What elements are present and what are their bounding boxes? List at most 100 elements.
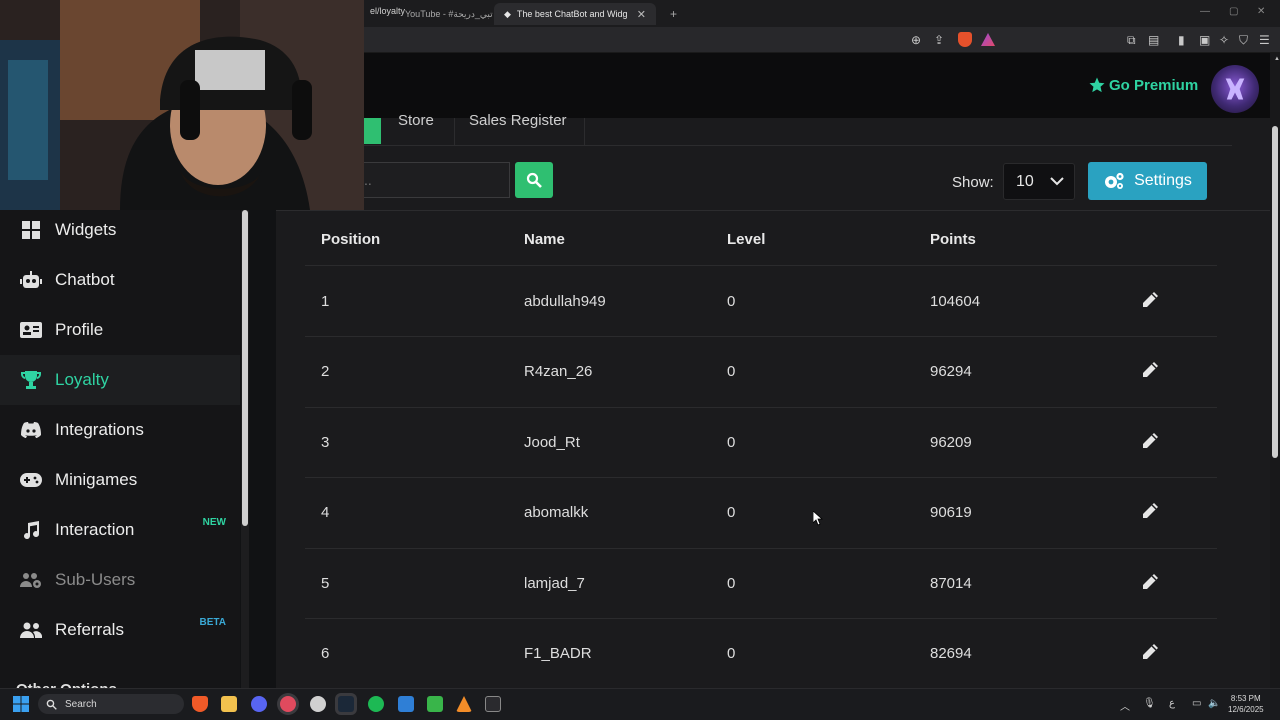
store-app-icon[interactable]	[398, 696, 414, 712]
gears-icon	[1105, 172, 1124, 189]
share-icon[interactable]: ⇪	[934, 33, 944, 47]
sidebar-item-chatbot[interactable]: Chatbot	[0, 255, 240, 305]
tab-sales-register[interactable]: Sales Register	[469, 112, 567, 129]
brave-shield-icon[interactable]	[958, 32, 972, 47]
microphone-icon[interactable]: 🎙	[1143, 698, 1156, 709]
column-header-name[interactable]: Name	[524, 231, 565, 248]
column-header-position[interactable]: Position	[321, 231, 380, 248]
taskbar-clock[interactable]: 8:53 PM 12/6/2025	[1228, 693, 1264, 715]
music-icon	[20, 521, 42, 539]
browser-tab-youtube[interactable]: YouTube - #تبي_دريحة	[395, 3, 503, 25]
go-premium-link[interactable]: Go Premium	[1088, 76, 1198, 94]
sidebar-item-sub-users[interactable]: Sub-Users	[0, 555, 240, 605]
cell-points: 104604	[930, 293, 981, 310]
mouse-cursor-icon	[812, 510, 824, 531]
browser-tab-active[interactable]: ◆ The best ChatBot and Widgets f ✕	[494, 3, 656, 25]
wallet-icon[interactable]: ▣	[1199, 33, 1210, 47]
table-row	[305, 548, 1217, 618]
sidebar-item-loyalty[interactable]: Loyalty	[0, 355, 240, 405]
edit-row-button[interactable]	[1141, 643, 1161, 663]
tab-store[interactable]: Store	[398, 112, 434, 129]
edit-row-button[interactable]	[1141, 432, 1161, 452]
spotify-app-icon[interactable]	[368, 696, 384, 712]
brave-browser-icon[interactable]	[192, 696, 208, 712]
cell-level: 0	[727, 363, 736, 381]
vpn-icon[interactable]: ⛉	[1239, 33, 1248, 48]
steam-app-icon[interactable]	[338, 696, 354, 712]
table-row	[305, 477, 1217, 547]
discord-icon	[20, 422, 42, 438]
tabs-underline	[364, 145, 1232, 146]
sidebar-item-referrals[interactable]: Referrals BETA	[0, 605, 240, 655]
tab-divider	[584, 118, 585, 145]
language-indicator[interactable]: ع	[1169, 698, 1175, 709]
tab-active-leaderboard[interactable]	[364, 118, 381, 144]
cell-position: 1	[321, 293, 330, 310]
maximize-window-icon[interactable]: ▢	[1229, 6, 1238, 17]
edit-row-button[interactable]	[1141, 502, 1161, 522]
edit-row-button[interactable]	[1141, 361, 1161, 381]
sidebar-item-profile[interactable]: Profile	[0, 305, 240, 355]
sidebar-item-integrations[interactable]: Integrations	[0, 405, 240, 455]
search-icon	[526, 172, 542, 188]
edit-row-button[interactable]	[1141, 573, 1161, 593]
sidebar-item-widgets[interactable]: Widgets	[0, 205, 240, 255]
cell-position: 3	[321, 433, 330, 451]
search-input[interactable]	[364, 162, 510, 198]
zoom-icon[interactable]: ⊕	[911, 33, 921, 47]
discord-app-icon[interactable]	[251, 696, 267, 712]
terminal-app-icon[interactable]	[485, 696, 501, 712]
search-button[interactable]	[515, 162, 553, 198]
tab-title: The best ChatBot and Widgets f	[516, 9, 627, 19]
cell-points: 82694	[930, 645, 972, 662]
scroll-up-arrow-icon[interactable]: ▲	[1274, 56, 1280, 62]
column-header-points[interactable]: Points	[930, 231, 976, 248]
minimize-window-icon[interactable]: —	[1200, 6, 1210, 17]
close-window-icon[interactable]: ✕	[1257, 6, 1265, 17]
table-top-border	[276, 210, 1270, 211]
sidebar-item-label: Interaction	[55, 520, 135, 539]
menu-icon[interactable]: ☰	[1259, 33, 1270, 47]
edit-row-button[interactable]	[1141, 291, 1161, 311]
clock-date: 12/6/2025	[1228, 705, 1264, 714]
sidebar-item-interaction[interactable]: Interaction NEW	[0, 505, 240, 555]
webcam-feed-image	[0, 0, 364, 210]
user-avatar[interactable]	[1211, 65, 1259, 113]
network-icon[interactable]: ▭	[1192, 698, 1201, 709]
volume-icon[interactable]: 🔈	[1208, 698, 1220, 709]
cell-position: 6	[321, 645, 330, 662]
column-header-level[interactable]: Level	[727, 231, 765, 248]
cell-level: 0	[727, 504, 736, 522]
taskbar-search[interactable]: Search	[38, 694, 184, 714]
search-icon	[46, 699, 57, 710]
sidebar-item-minigames[interactable]: Minigames	[0, 455, 240, 505]
windows-start-icon[interactable]	[13, 696, 29, 717]
tray-overflow-icon[interactable]: ︿	[1120, 698, 1130, 713]
avatar-emblem-icon	[1225, 78, 1245, 100]
sidebar-scrollbar-thumb[interactable]	[242, 210, 248, 526]
obs-app-icon[interactable]	[280, 696, 296, 712]
chrome-app-icon[interactable]	[310, 696, 326, 712]
beta-badge: BETA	[199, 617, 226, 628]
cell-position: 2	[321, 363, 330, 381]
page-size-select[interactable]: 10	[1003, 163, 1075, 200]
sidebar-item-label: Referrals	[55, 620, 124, 639]
sidebar-item-label: Profile	[55, 320, 104, 339]
file-explorer-icon[interactable]	[221, 696, 237, 712]
sidebar-toggle-icon[interactable]: ▮	[1178, 33, 1185, 47]
close-tab-icon[interactable]: ✕	[637, 8, 646, 21]
robot-icon	[20, 271, 42, 289]
url-text[interactable]: el/loyalty	[370, 6, 405, 16]
extensions-icon[interactable]: ⧉	[1127, 33, 1136, 48]
new-badge: NEW	[202, 517, 226, 528]
xbox-app-icon[interactable]	[427, 696, 443, 712]
users-cog-icon	[20, 572, 42, 588]
new-tab-button[interactable]: +	[660, 3, 687, 25]
leo-ai-icon[interactable]: ✧	[1219, 33, 1229, 47]
table-row	[305, 336, 1217, 406]
settings-button[interactable]: Settings	[1088, 162, 1207, 200]
sidebar-item-label: Sub-Users	[55, 570, 136, 589]
reader-icon[interactable]: ▤	[1148, 33, 1159, 47]
page-scrollbar-thumb[interactable]	[1272, 126, 1278, 458]
table-row	[305, 618, 1217, 688]
